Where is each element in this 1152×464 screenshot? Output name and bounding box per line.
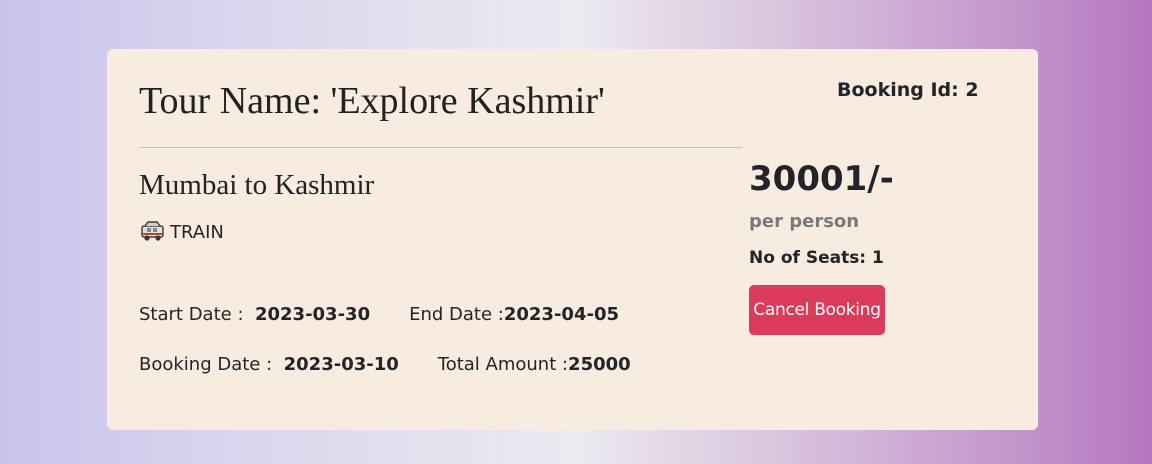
end-date-label: End Date :: [409, 304, 504, 325]
booking-card: Tour Name: 'Explore Kashmir' Booking Id:…: [107, 49, 1038, 430]
booking-date-value: 2023-03-10: [283, 354, 399, 375]
end-date-value: 2023-04-05: [503, 304, 619, 325]
start-date-value: 2023-03-30: [254, 304, 371, 325]
booking-amount-row: Booking Date : 2023-03-10 Total Amount :2…: [139, 354, 631, 375]
transport-label: TRAIN: [170, 221, 224, 243]
total-amount-value: 25000: [568, 354, 631, 375]
booking-date-label: Booking Date :: [139, 354, 273, 375]
transport-mode: TRAIN: [139, 219, 224, 245]
seats-count: No of Seats: 1: [749, 248, 884, 268]
price: 30001/-: [749, 159, 894, 199]
price-unit: per person: [749, 211, 860, 232]
dates-row: Start Date : 2023-03-30 End Date :2023-04…: [139, 304, 619, 325]
divider: [139, 147, 742, 148]
booking-id: Booking Id: 2: [837, 79, 979, 101]
total-amount-label: Total Amount :: [437, 354, 569, 375]
tour-name-heading: Tour Name: 'Explore Kashmir': [139, 80, 605, 122]
cancel-booking-button[interactable]: Cancel Booking: [749, 285, 885, 335]
car-icon: [139, 219, 167, 245]
route-heading: Mumbai to Kashmir: [139, 169, 375, 201]
start-date-label: Start Date :: [139, 304, 244, 325]
